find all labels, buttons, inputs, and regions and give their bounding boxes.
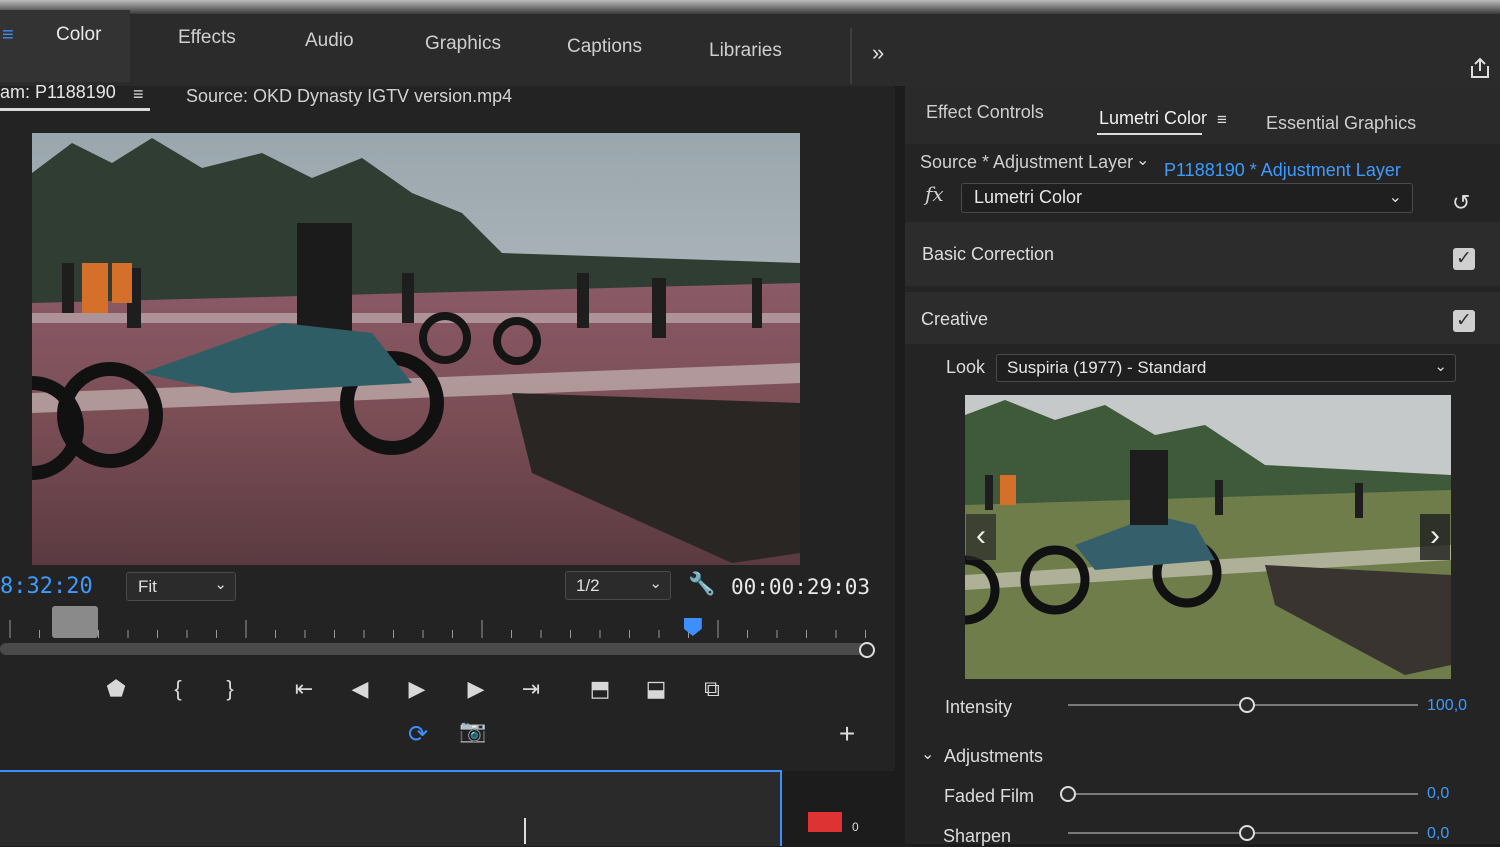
zoom-scrollbar-handle[interactable] <box>859 642 875 658</box>
panel-menu-icon[interactable]: ≡ <box>1217 110 1227 130</box>
fx-icon[interactable]: fx <box>925 182 944 206</box>
insert-button[interactable]: ⬒ <box>582 676 618 702</box>
workspace-divider <box>850 28 852 84</box>
zoom-level-select[interactable]: Fit ⌄ <box>126 572 236 601</box>
tab-effect-controls[interactable]: Effect Controls <box>926 102 1044 123</box>
checkmark-icon: ✓ <box>1456 248 1472 269</box>
audio-meter-peak <box>808 812 842 832</box>
chevron-down-icon[interactable]: ⌄ <box>1136 150 1149 170</box>
tab-essential-graphics[interactable]: Essential Graphics <box>1266 113 1416 134</box>
settings-wrench-icon[interactable]: 🔧 <box>688 571 715 597</box>
time-ruler[interactable] <box>0 612 875 642</box>
section-title: Creative <box>921 309 989 329</box>
playhead-timecode[interactable]: 8:32:20 <box>0 574 93 599</box>
tab-lumetri-color[interactable]: Lumetri Color <box>1099 108 1207 129</box>
workspace-tab-graphics[interactable]: Graphics <box>425 33 501 55</box>
faded-film-value[interactable]: 0,0 <box>1427 785 1449 803</box>
overwrite-button[interactable]: ⬓ <box>638 676 674 702</box>
reset-icon[interactable]: ↺ <box>1452 190 1470 216</box>
look-preview-image <box>965 395 1451 679</box>
look-select-value: Suspiria (1977) - Standard <box>1007 358 1207 377</box>
workspace-tab-color-bg <box>0 10 130 82</box>
next-look-arrow-icon[interactable]: › <box>1420 514 1450 560</box>
go-to-out-button[interactable]: ⇥ <box>513 676 549 702</box>
faded-film-label: Faded Film <box>944 786 1035 806</box>
basic-correction-section[interactable]: Basic Correction ✓ <box>905 222 1500 286</box>
intensity-slider-handle[interactable] <box>1238 697 1255 713</box>
creative-section[interactable]: Creative ✓ <box>905 292 1500 344</box>
loop-icon[interactable]: ⟳ <box>400 720 436 749</box>
sharpen-slider-handle[interactable] <box>1238 825 1255 841</box>
play-button[interactable]: ▶ <box>399 676 435 702</box>
sequence-layer-link[interactable]: P1188190 * Adjustment Layer <box>1164 160 1401 181</box>
look-label: Look <box>946 357 986 377</box>
creative-checkbox[interactable]: ✓ <box>1453 310 1475 332</box>
workspace-tab-effects[interactable]: Effects <box>178 27 236 49</box>
basic-correction-checkbox[interactable]: ✓ <box>1453 248 1475 270</box>
button-editor-plus-icon[interactable]: + <box>832 718 862 750</box>
step-forward-button[interactable]: ▶ <box>458 676 494 702</box>
program-tab-underline <box>0 108 150 111</box>
timeline-panel[interactable] <box>0 770 782 846</box>
faded-film-slider-handle[interactable] <box>1060 786 1076 802</box>
chevron-down-icon: ⌄ <box>1434 358 1447 375</box>
program-tab-label[interactable]: am: P1188190 <box>0 82 116 103</box>
step-back-button[interactable]: ◀ <box>342 676 378 702</box>
video-frame <box>32 133 800 565</box>
in-out-range-handle[interactable] <box>52 606 98 638</box>
workspace-tab-libraries[interactable]: Libraries <box>709 40 782 62</box>
workspace-menu-icon[interactable]: ≡ <box>2 24 14 47</box>
workspace-tab-audio[interactable]: Audio <box>305 30 354 52</box>
source-tab-title[interactable]: Source: OKD Dynasty IGTV version.mp4 <box>186 86 512 107</box>
section-title: Basic Correction <box>922 244 1055 264</box>
checkmark-icon: ✓ <box>1456 310 1472 331</box>
intensity-value[interactable]: 100,0 <box>1427 697 1467 715</box>
playback-resolution-value: 1/2 <box>576 576 600 595</box>
audio-meter-label: 0 <box>852 820 859 834</box>
previous-look-arrow-icon[interactable]: ‹ <box>966 514 996 560</box>
look-select[interactable]: Suspiria (1977) - Standard ⌄ <box>996 354 1456 382</box>
effect-select[interactable]: Lumetri Color ⌄ <box>961 183 1413 213</box>
chevron-down-icon: ⌄ <box>1388 189 1402 206</box>
chevron-down-icon: ⌄ <box>649 575 662 592</box>
faded-film-slider-track[interactable] <box>1068 793 1418 795</box>
more-workspaces-icon[interactable]: » <box>872 40 884 66</box>
share-icon[interactable] <box>1468 56 1492 80</box>
chevron-down-icon[interactable]: ⌄ <box>921 744 934 764</box>
mark-out-button[interactable]: } <box>212 676 248 702</box>
look-preview-thumbnail <box>965 395 1451 679</box>
sharpen-value[interactable]: 0,0 <box>1427 825 1449 843</box>
add-marker-button[interactable]: ⬟ <box>98 676 134 702</box>
export-frame-button[interactable]: ⧉ <box>694 676 730 702</box>
workspace-tab-captions[interactable]: Captions <box>567 36 642 58</box>
workspace-tab-color[interactable]: Color <box>56 24 101 46</box>
motocross-scene-image <box>32 133 800 565</box>
effect-select-value: Lumetri Color <box>974 187 1083 207</box>
camera-icon[interactable]: 📷 <box>455 718 491 744</box>
adjustments-label[interactable]: Adjustments <box>944 746 1043 767</box>
chevron-down-icon: ⌄ <box>214 576 227 593</box>
timeline-playhead-line <box>524 818 526 844</box>
go-to-in-button[interactable]: ⇤ <box>286 676 322 702</box>
playback-resolution-select[interactable]: 1/2 ⌄ <box>565 571 671 600</box>
intensity-label: Intensity <box>945 697 1013 717</box>
mark-in-button[interactable]: { <box>160 676 196 702</box>
zoom-level-value: Fit <box>138 577 157 596</box>
active-tab-underline <box>1097 133 1202 135</box>
zoom-scrollbar[interactable] <box>0 643 866 655</box>
duration-timecode: 00:00:29:03 <box>731 575 871 599</box>
panel-menu-icon[interactable]: ≡ <box>133 84 144 105</box>
source-layer-label[interactable]: Source * Adjustment Layer <box>920 152 1133 173</box>
